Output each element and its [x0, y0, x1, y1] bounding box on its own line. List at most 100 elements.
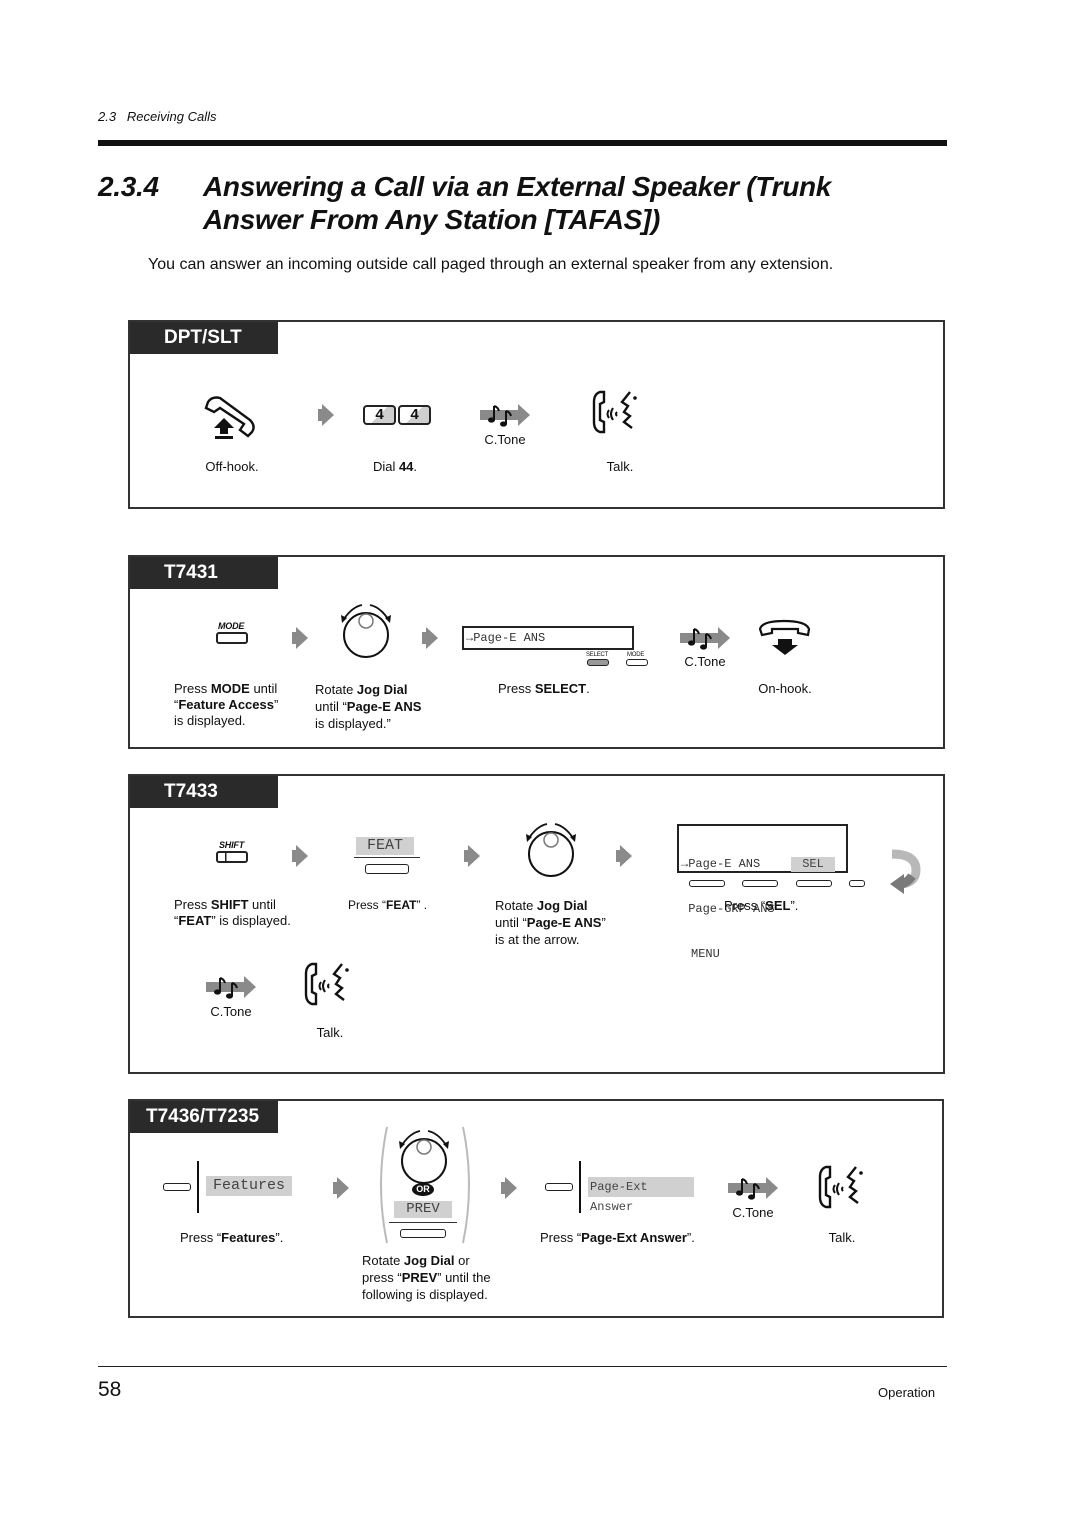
ctone-label: C.Tone: [684, 654, 726, 669]
panel-t7433: T7433 SHIFT FEAT →Page-E ANS Page-GRP AN…: [128, 774, 945, 1074]
select-button[interactable]: [587, 659, 609, 666]
mode-key-label-small: MODE: [627, 652, 645, 658]
page-ext-answer-soft-label: Page-Ext Answer: [588, 1177, 694, 1214]
text: Press: [498, 681, 535, 696]
text-bold: Jog Dial: [536, 898, 588, 913]
t7431-step1-label: Press MODE until “Feature Access” is dis…: [174, 681, 304, 729]
text: following is displayed.: [362, 1287, 488, 1302]
t7436-step1-label: Press “Features”.: [180, 1230, 283, 1246]
dial-key-4[interactable]: 4: [363, 405, 396, 425]
text: Press “: [540, 1230, 582, 1245]
title-line-1: Answering a Call via an External Speaker…: [203, 171, 832, 202]
talk-label: Talk.: [828, 1230, 856, 1245]
or-badge: OR: [412, 1183, 434, 1196]
text: until “: [315, 699, 347, 714]
lcd-sel-label: SEL: [791, 857, 835, 872]
jog-dial-icon[interactable]: [394, 1127, 454, 1187]
ctone-label: C.Tone: [210, 1004, 252, 1019]
panel-t7436-t7235: T7436/T7235 Features Press “Features”. O…: [128, 1099, 944, 1318]
jog-dial-icon[interactable]: [336, 601, 396, 661]
ctone-label: C.Tone: [732, 1205, 774, 1220]
text-bold: MODE: [210, 681, 250, 696]
text: .: [586, 681, 590, 696]
text: until “: [495, 915, 527, 930]
mode-button-small[interactable]: [626, 659, 648, 666]
tab-dpt-slt: DPT/SLT: [130, 322, 278, 354]
text-bold: PREV: [401, 1270, 438, 1285]
soft-key-3-sel[interactable]: [796, 880, 832, 887]
soft-key-divider: [389, 1222, 457, 1223]
intro-text: You can answer an incoming outside call …: [148, 256, 834, 273]
confirmation-tone-icon: [206, 974, 258, 1000]
t7431-step2-label: Rotate Jog Dial until “Page-E ANS is dis…: [315, 681, 445, 732]
text-bold: Feature Access: [178, 697, 274, 712]
dial-key-4[interactable]: 4: [398, 405, 431, 425]
text-bold: Jog Dial: [356, 682, 408, 697]
tab-t7433: T7433: [130, 776, 278, 808]
text-bold: SEL: [765, 898, 791, 913]
mode-key-label: MODE: [218, 621, 245, 631]
text: until: [249, 681, 278, 696]
step-arrow-icon: [318, 404, 334, 426]
jog-dial-icon[interactable]: [521, 820, 581, 880]
dial-code: 44: [398, 459, 414, 474]
step-arrow-icon: [422, 627, 438, 649]
soft-key-2[interactable]: [742, 880, 778, 887]
feat-soft-label: FEAT: [356, 837, 414, 855]
feat-button[interactable]: [365, 864, 409, 874]
mode-button[interactable]: [216, 632, 248, 644]
step-arrow-icon: [464, 845, 480, 867]
text-bold: SHIFT: [210, 897, 249, 912]
text: ”: [273, 697, 279, 712]
tab-t7436-t7235: T7436/T7235: [130, 1101, 278, 1133]
key-divider: [197, 1161, 199, 1213]
text: is displayed.: [174, 713, 246, 728]
text: ” .: [416, 898, 428, 912]
talk-icon: [816, 1163, 866, 1211]
text: until: [248, 897, 276, 912]
on-hook-icon: [758, 619, 811, 655]
page-number: 58: [98, 1378, 122, 1401]
text: Rotate: [315, 682, 357, 697]
talk-label: Talk.: [316, 1025, 344, 1040]
return-loop-icon: [890, 849, 921, 894]
dial-prefix: Dial: [372, 459, 399, 474]
text: Rotate: [495, 898, 537, 913]
on-hook-label: On-hook.: [758, 681, 812, 696]
soft-key-1[interactable]: [689, 880, 725, 887]
prev-soft-label: PREV: [394, 1201, 452, 1218]
tab-t7431: T7431: [130, 557, 278, 589]
text-bold: Page-Ext Answer: [581, 1230, 687, 1245]
prev-button[interactable]: [400, 1229, 446, 1238]
text-bold: Jog Dial: [403, 1253, 455, 1268]
text: ”.: [275, 1230, 284, 1245]
header-rule: [98, 140, 947, 146]
shift-button[interactable]: [216, 851, 248, 863]
text: Press: [174, 897, 211, 912]
page-ext-answer-button[interactable]: [545, 1183, 573, 1191]
step-arrow-icon: [501, 1177, 517, 1199]
running-head: 2.3 Receiving Calls: [98, 109, 217, 124]
t7433-step2-label: Press “FEAT” .: [348, 897, 427, 913]
step-arrow-icon: [292, 845, 308, 867]
dial-suffix: .: [413, 459, 418, 474]
features-soft-label: Features: [206, 1176, 292, 1196]
off-hook-icon: [204, 396, 255, 439]
t7433-step1-label: Press SHIFT until “FEAT” is displayed.: [174, 897, 324, 929]
step-arrow-icon: [292, 627, 308, 649]
text: Press “: [348, 898, 387, 912]
features-button[interactable]: [163, 1183, 191, 1191]
text: Rotate: [362, 1253, 404, 1268]
footer-rule: [98, 1366, 947, 1367]
text-bold: FEAT: [386, 898, 417, 912]
confirmation-tone-icon: [728, 1175, 780, 1201]
step-arrow-icon: [616, 845, 632, 867]
text-bold: FEAT: [178, 913, 212, 928]
text: is at the arrow.: [495, 932, 580, 947]
text: ”.: [686, 1230, 695, 1245]
t7431-step3-label: Press SELECT.: [498, 681, 590, 697]
t7436-step3-label: Press “Page-Ext Answer”.: [540, 1230, 695, 1246]
soft-key-4[interactable]: [849, 880, 865, 887]
text-bold: Features: [221, 1230, 276, 1245]
text: ” is displayed.: [211, 913, 291, 928]
